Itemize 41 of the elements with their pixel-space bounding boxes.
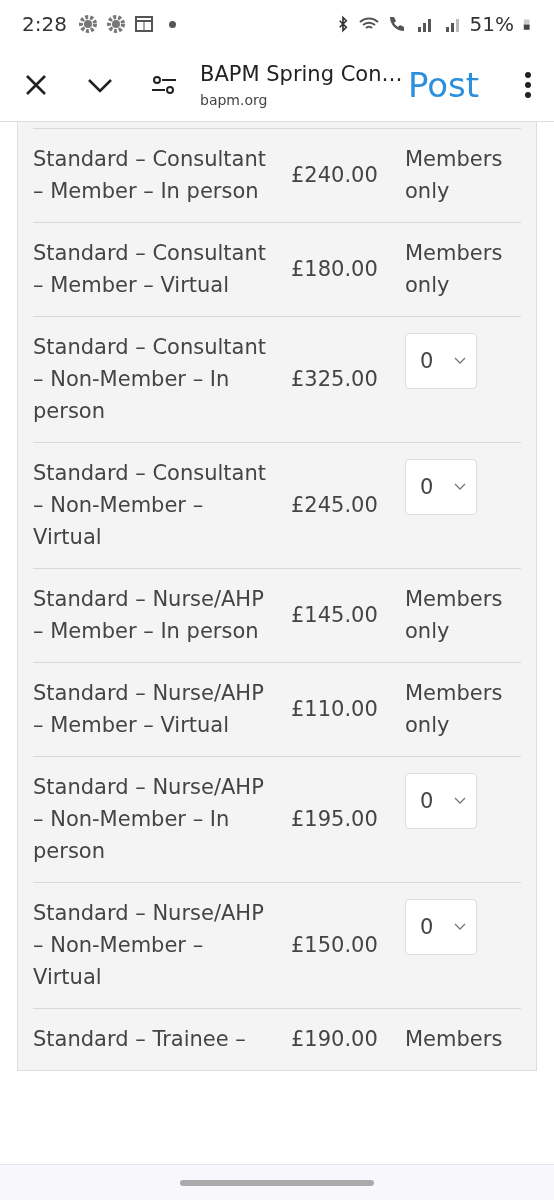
battery-percent: 51% — [469, 12, 514, 36]
members-note: Members only — [405, 146, 504, 205]
ticket-name: Standard – Trainee – — [33, 1026, 247, 1053]
members-note: Members only — [405, 680, 504, 739]
home-handle[interactable] — [180, 1179, 374, 1186]
ticket-name: Standard – Consultant – Member – Virtual — [33, 240, 267, 299]
clock-time: 2:28 — [22, 12, 67, 36]
page-url: bapm.org — [200, 91, 269, 108]
caret-icon — [454, 797, 466, 805]
members-note: Members only — [405, 240, 504, 299]
calendar-icon — [132, 13, 155, 35]
ticket-price: £240.00 — [291, 162, 379, 189]
caret-icon — [454, 357, 466, 365]
members-note: Members only — [405, 586, 504, 645]
ticket-price: £245.00 — [291, 492, 379, 519]
ticket-price: £190.00 — [291, 1026, 379, 1053]
caret-icon — [454, 923, 466, 931]
ticket-name: Standard – Nurse/AHP – Member – Virtual — [33, 680, 265, 739]
more-icon[interactable] — [524, 71, 532, 98]
ticket-price: £145.00 — [291, 602, 379, 629]
quantity-select[interactable]: 0 — [405, 899, 477, 955]
gear-icon — [76, 13, 99, 35]
dot-icon — [168, 20, 176, 28]
ticket-name: Standard – Nurse/AHP – Non-Member – In person — [33, 774, 265, 865]
ticket-price: £325.00 — [291, 366, 379, 393]
ticket-price: £110.00 — [291, 696, 379, 723]
page-title: BAPM Spring Con… — [200, 61, 400, 86]
ticket-name: Standard – Nurse/AHP – Non-Member – Virtual — [33, 900, 265, 991]
ticket-name: Standard – Consultant – Non-Member – In person — [33, 334, 267, 425]
ticket-price: £150.00 — [291, 932, 379, 959]
ticket-name: Standard – Consultant – Member – In person — [33, 146, 267, 205]
caret-icon — [454, 483, 466, 491]
gear-icon — [104, 13, 127, 35]
members-note: Members — [405, 1026, 504, 1053]
ticket-name: Standard – Consultant – Non-Member – Virtual — [33, 460, 267, 551]
quantity-select[interactable]: 0 — [405, 333, 477, 389]
ticket-price: £180.00 — [291, 256, 379, 283]
ticket-name: Standard – Nurse/AHP – Member – In person — [33, 586, 265, 645]
quantity-select[interactable]: 0 — [405, 459, 477, 515]
quantity-select[interactable]: 0 — [405, 773, 477, 829]
ticket-price: £195.00 — [291, 806, 379, 833]
